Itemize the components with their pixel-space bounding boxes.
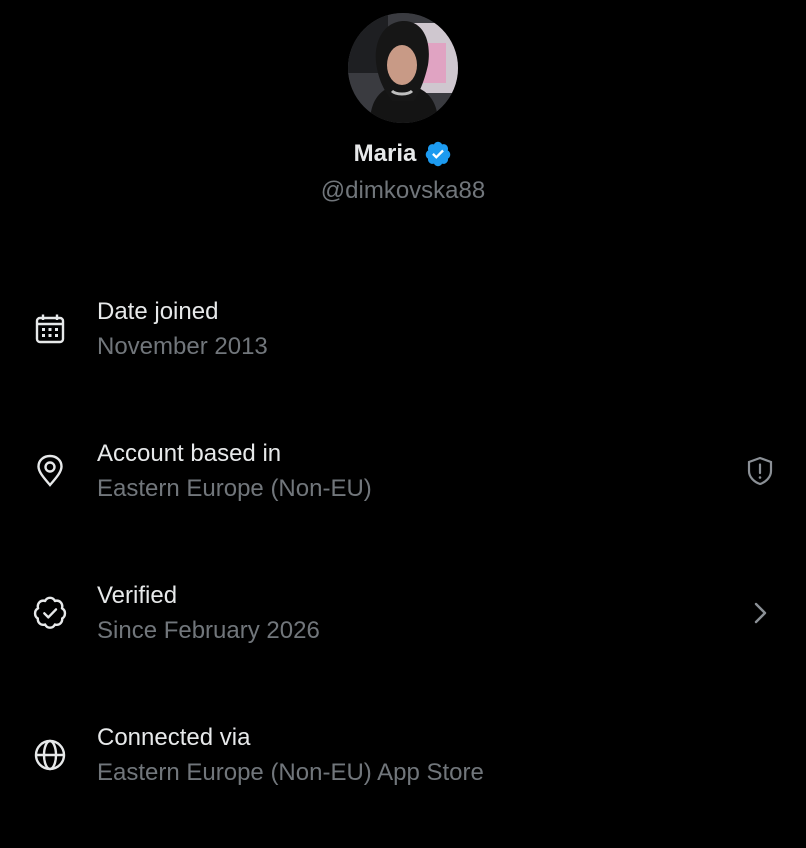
verified-badge-icon — [32, 595, 68, 631]
avatar-photo — [348, 13, 458, 123]
info-row-account-based-in: Account based in Eastern Europe (Non-EU) — [0, 422, 806, 564]
row-value: Eastern Europe (Non-EU) App Store — [97, 759, 484, 786]
calendar-icon — [32, 311, 68, 347]
profile-header: Maria @dimkovska88 — [0, 0, 806, 230]
avatar[interactable] — [348, 13, 458, 123]
info-row-verified[interactable]: Verified Since February 2026 — [0, 564, 806, 706]
row-title: Connected via — [97, 724, 251, 751]
shield-alert-icon[interactable] — [744, 455, 776, 487]
user-handle: @dimkovska88 — [320, 177, 486, 204]
row-value: Eastern Europe (Non-EU) — [97, 475, 372, 502]
globe-icon — [32, 737, 68, 773]
row-value: November 2013 — [97, 333, 268, 360]
account-info-list: Date joined November 2013 Account based … — [0, 280, 806, 848]
name-row: Maria — [0, 138, 806, 170]
row-value: Since February 2026 — [97, 617, 320, 644]
location-pin-icon — [32, 453, 68, 489]
display-name: Maria — [353, 140, 417, 167]
chevron-right-icon[interactable] — [744, 597, 776, 629]
row-title: Date joined — [97, 298, 219, 325]
row-title: Verified — [97, 582, 178, 609]
info-row-date-joined: Date joined November 2013 — [0, 280, 806, 422]
verified-badge-icon[interactable] — [424, 140, 452, 168]
row-title: Account based in — [97, 440, 282, 467]
